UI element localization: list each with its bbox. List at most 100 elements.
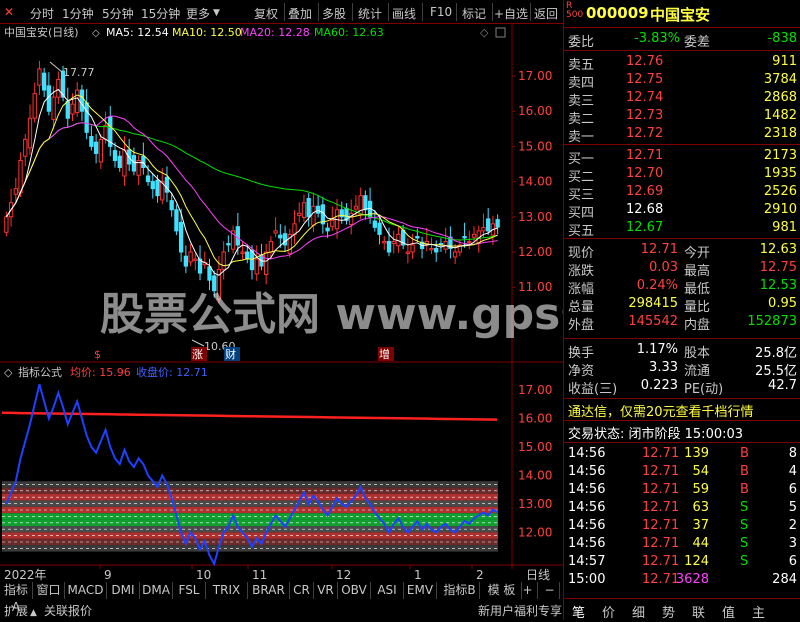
indicator-tab-5[interactable]: FSL [173, 582, 206, 599]
candle-body [131, 155, 137, 172]
stat-row: 涨跌 0.03 最高 12.75 [568, 260, 797, 279]
x-tick-label: 11 [252, 568, 267, 582]
ma10-label: MA10: 12.50 [172, 26, 242, 39]
event-marker[interactable]: 增 [379, 347, 390, 361]
candle-body [311, 205, 316, 226]
quote-tab-4[interactable]: 联 [692, 602, 705, 621]
fuquan-button[interactable]: 复权 [254, 5, 278, 22]
more-menu[interactable]: 更多 [186, 5, 210, 22]
event-marker[interactable]: 财 [225, 347, 236, 361]
biaoji-button[interactable]: 标记 [462, 5, 486, 22]
quote-tab-6[interactable]: 主 [752, 602, 765, 621]
candle-body [363, 195, 368, 211]
y-tick-label: 17.00 [518, 69, 552, 83]
back-button[interactable]: 返回 [534, 5, 558, 22]
diamond-icon[interactable]: ◇ [480, 26, 489, 39]
candle-body [495, 219, 500, 228]
candle-body [386, 240, 392, 253]
indicator-tab-4[interactable]: DMA [140, 582, 173, 599]
indicator-tab-7[interactable]: BRAR [248, 582, 290, 599]
ma20-line [5, 115, 498, 260]
indicator-tab-11[interactable]: ASI [371, 582, 404, 599]
quote-tab-0[interactable]: 笔 [572, 602, 585, 621]
stat-row: 净资 3.33 流通 25.5亿 [568, 360, 797, 379]
add-watchlist-button[interactable]: +自选 [494, 5, 528, 22]
candle-body [462, 236, 467, 239]
candle-body [358, 195, 363, 216]
event-marker[interactable]: $ [94, 348, 101, 361]
candle-body [75, 89, 80, 114]
event-marker[interactable]: 涨 [192, 348, 203, 361]
indicator-tab-12[interactable]: EMV [404, 582, 437, 599]
promo-row[interactable]: 通达信，仅需20元查看千档行情 [564, 401, 800, 420]
tongji-button[interactable]: 统计 [358, 5, 382, 22]
x-tick-label: 12 [336, 568, 351, 582]
candle-body [429, 247, 434, 251]
candle-body [325, 227, 330, 232]
sell-row: 卖二 12.73 1482 [568, 108, 797, 127]
chart-toolbar: ✕ 分时 1分钟 5分钟 15分钟 更多 ▼ 复权 叠加 多股 统计 画线 F1… [0, 0, 563, 24]
tab-5min[interactable]: 5分钟 [102, 5, 134, 22]
stat-row: 收益(三) 0.223 PE(动) 42.7 [568, 378, 797, 397]
quote-tab-2[interactable]: 细 [632, 602, 645, 621]
indicator-tab-8[interactable]: CR [290, 582, 314, 599]
sell-row: 卖三 12.74 2868 [568, 90, 797, 109]
quote-tab-3[interactable]: 势 [662, 602, 675, 621]
indicator-tab-2[interactable]: MACD [65, 582, 107, 599]
period-label[interactable]: 日线 [526, 568, 550, 582]
candle-body [301, 202, 307, 219]
chevron-down-icon[interactable]: ▼ [213, 8, 220, 18]
indicator-right-tab-3[interactable]: − [540, 582, 560, 599]
duogu-button[interactable]: 多股 [322, 5, 346, 22]
candle-body [434, 247, 439, 253]
kline-chart[interactable]: 中国宝安(日线) ◇ MA5: 12.54 MA10: 12.50 MA20: … [0, 24, 563, 582]
ma-toggle-icon[interactable]: ◇ [92, 28, 100, 39]
candle-body [467, 240, 472, 243]
avg-price-label: 均价: 15.96 [70, 366, 131, 379]
candle-body [56, 79, 61, 98]
candle-body [84, 102, 89, 133]
candle-body [372, 220, 377, 228]
buy-row: 买一 12.71 2173 [568, 148, 797, 167]
expand-tab[interactable]: 扩展 [4, 602, 28, 620]
sell-row: 卖五 12.76 911 [568, 54, 797, 73]
ma10-line [5, 94, 498, 267]
quote-tab-1[interactable]: 价 [602, 602, 615, 621]
ma60-line [5, 122, 498, 241]
huaxian-button[interactable]: 画线 [392, 5, 416, 22]
candle-body [13, 188, 18, 195]
indicator-right-tab-2[interactable]: + [518, 582, 538, 599]
candle-body [169, 200, 174, 211]
candle-body [405, 251, 411, 254]
tick-row: 14:57 12.71 124 S 6 [568, 554, 797, 569]
candle-body [23, 138, 28, 157]
f10-button[interactable]: F10 [430, 5, 452, 19]
tab-fenshi[interactable]: 分时 [30, 5, 54, 22]
indicator-tab-0[interactable]: 指标A [0, 582, 33, 614]
maximize-icon[interactable] [495, 27, 506, 38]
tab-1min[interactable]: 1分钟 [62, 5, 94, 22]
close-price-label: 收盘价: 12.71 [136, 365, 208, 379]
candle-body [150, 181, 155, 190]
promo-link[interactable]: 新用户福利专享 [478, 602, 562, 620]
candle-body [79, 89, 85, 112]
indicator-right-tab-0[interactable]: 指标B [440, 582, 480, 599]
indicator-tab-10[interactable]: OBV [338, 582, 371, 599]
indicator-toggle-icon[interactable]: ◇ [4, 366, 13, 379]
candle-body [410, 244, 415, 253]
candle-body [193, 258, 198, 261]
indicator-tab-1[interactable]: 窗口 [33, 582, 65, 599]
indicator-tab-6[interactable]: TRIX [206, 582, 248, 599]
market-badge: R 500 [566, 1, 584, 20]
diejia-button[interactable]: 叠加 [288, 5, 312, 22]
indicator-tab-9[interactable]: VR [314, 582, 338, 599]
candle-body [98, 138, 103, 163]
candle-body [174, 209, 179, 232]
trade-status: 交易状态: 闭市阶段 15:00:03 [568, 427, 744, 442]
quote-tab-5[interactable]: 值 [722, 602, 735, 621]
indicator-right-tab-1[interactable]: 模 板 [482, 582, 522, 599]
close-icon[interactable]: ✕ [4, 5, 14, 19]
related-quote-tab[interactable]: 关联报价 [44, 602, 92, 620]
tab-15min[interactable]: 15分钟 [141, 5, 180, 22]
indicator-tab-3[interactable]: DMI [107, 582, 140, 599]
